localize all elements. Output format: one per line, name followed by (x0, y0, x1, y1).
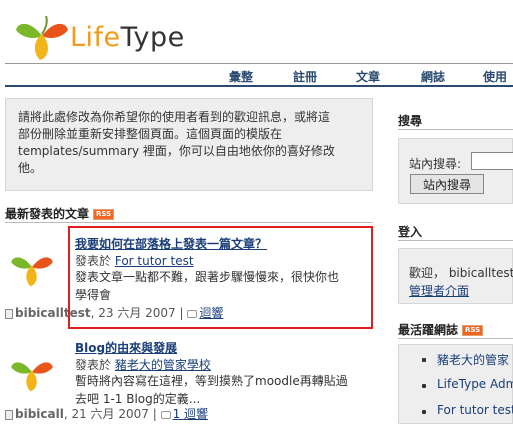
active-blogs-heading: 最活躍網誌 RSS (398, 321, 484, 338)
section-divider (398, 338, 513, 339)
category-link[interactable]: 豬老大的管家學校 (115, 358, 211, 372)
post-author: bibicall (15, 407, 64, 421)
search-input[interactable] (471, 152, 513, 170)
nav-articles[interactable]: 文章 (356, 68, 380, 85)
post-flower-icon (11, 362, 53, 392)
post-category: 發表於 豬老大的管家學校 (75, 358, 211, 372)
post-excerpt: 暫時將內容寫在這裡，等到摸熟了moodle再轉貼過 去吧 1-1 Blog的定義… (75, 374, 348, 406)
comment-icon (160, 410, 171, 419)
bullet-icon (422, 384, 426, 388)
header-divider (5, 63, 513, 64)
post-flower-icon (11, 257, 53, 287)
nav-archives[interactable]: 彙整 (229, 68, 253, 85)
active-blog-link[interactable]: 豬老大的管家 (437, 351, 509, 368)
rss-badge[interactable]: RSS (462, 325, 484, 336)
active-blog-link[interactable]: For tutor test (437, 403, 513, 417)
welcome-line: 他。 (18, 161, 43, 175)
comments-link[interactable]: 1 迴響 (173, 407, 208, 421)
post-title-link[interactable]: Blog的由來與發展 (75, 339, 177, 356)
welcome-line: 請將此處修改為你希望你的使用者看到的歡迎訊息，或將這 (18, 110, 331, 124)
logo-text: LifeType (70, 22, 185, 53)
nav-users[interactable]: 使用 (483, 68, 507, 85)
highlight-box (68, 226, 373, 329)
lifetype-flower-icon (16, 15, 68, 60)
recent-posts-heading: 最新發表的文章 RSS (5, 205, 115, 222)
search-label: 站內搜尋: (409, 157, 462, 171)
nav-register[interactable]: 註冊 (293, 68, 317, 85)
rss-badge[interactable]: RSS (93, 209, 115, 220)
welcome-line: 部份刪除並重新安排整個頁面。這個頁面的模版在 (18, 127, 283, 141)
bullet-icon (422, 358, 426, 362)
top-nav: 彙整 註冊 文章 網誌 使用 (5, 66, 513, 87)
search-heading: 搜尋 (398, 114, 423, 128)
search-button[interactable]: 站內搜尋 (410, 174, 484, 194)
active-blog-link[interactable]: LifeType Adm (437, 377, 513, 391)
document-icon (5, 409, 13, 420)
bullet-icon (422, 410, 426, 414)
section-divider (398, 129, 513, 130)
nav-blogs[interactable]: 網誌 (421, 68, 445, 85)
welcome-message: 請將此處修改為你希望你的使用者看到的歡迎訊息，或將這 部份刪除並重新安排整個頁面… (5, 98, 373, 191)
login-heading: 登入 (398, 225, 423, 239)
section-divider (398, 240, 513, 241)
welcome-line: templates/summary 裡面，你可以自由地依你的喜好修改 (18, 144, 335, 158)
welcome-user: 歡迎， bibicalltest (409, 266, 513, 280)
document-icon (5, 308, 13, 319)
post-footer: bibicall, 21 六月 2007 | 1 迴響 (5, 405, 208, 422)
section-divider (5, 222, 373, 223)
admin-link[interactable]: 管理者介面 (409, 282, 469, 299)
